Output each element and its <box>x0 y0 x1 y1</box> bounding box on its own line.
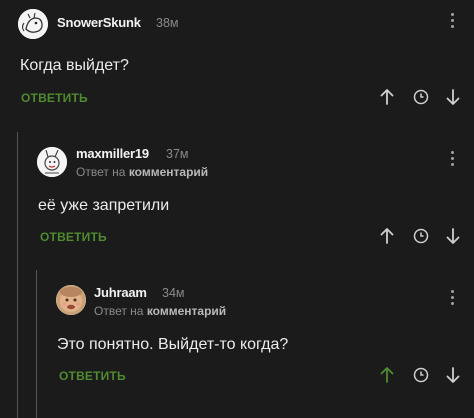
reply-button[interactable]: ОТВЕТИТЬ <box>40 230 107 244</box>
reply-to-prefix: Ответ на <box>94 304 144 318</box>
comment-3: Juhraam 34м Ответ на комментарий Это пон… <box>0 275 474 400</box>
timestamp: 34м <box>162 286 185 300</box>
reply-to-line: Ответ на комментарий <box>94 304 226 318</box>
reply-to-link[interactable]: комментарий <box>147 304 226 318</box>
avatar[interactable] <box>37 147 67 177</box>
downvote-arrow-icon[interactable] <box>443 87 463 107</box>
save-clock-icon[interactable] <box>411 365 431 385</box>
reply-to-line: Ответ на комментарий <box>76 165 208 179</box>
comment-text: Это понятно. Выйдет-то когда? <box>57 336 289 353</box>
reply-to-prefix: Ответ на <box>76 165 126 179</box>
downvote-arrow-icon[interactable] <box>443 226 463 246</box>
upvote-arrow-icon[interactable] <box>377 226 397 246</box>
comment-1: SnowerSkunk 38м Когда выйдет? ОТВЕТИТЬ <box>0 0 474 120</box>
comment-text: её уже запретили <box>38 197 170 214</box>
reply-to-link[interactable]: комментарий <box>129 165 208 179</box>
reply-button[interactable]: ОТВЕТИТЬ <box>59 369 126 383</box>
more-menu-icon[interactable] <box>450 290 456 308</box>
comment-2: maxmiller19 37м Ответ на комментарий её … <box>0 135 474 260</box>
username[interactable]: Juhraam <box>94 285 147 300</box>
save-clock-icon[interactable] <box>411 87 431 107</box>
timestamp: 38м <box>156 16 179 30</box>
reply-button[interactable]: ОТВЕТИТЬ <box>21 91 88 105</box>
username[interactable]: SnowerSkunk <box>57 15 141 30</box>
more-menu-icon[interactable] <box>450 151 456 169</box>
upvote-arrow-icon[interactable] <box>377 87 397 107</box>
comment-text: Когда выйдет? <box>20 57 129 74</box>
timestamp: 37м <box>166 147 189 161</box>
avatar[interactable] <box>56 285 86 315</box>
username[interactable]: maxmiller19 <box>76 146 149 161</box>
avatar[interactable] <box>18 9 48 39</box>
upvote-arrow-icon[interactable] <box>377 365 397 385</box>
save-clock-icon[interactable] <box>411 226 431 246</box>
downvote-arrow-icon[interactable] <box>443 365 463 385</box>
more-menu-icon[interactable] <box>450 13 456 31</box>
